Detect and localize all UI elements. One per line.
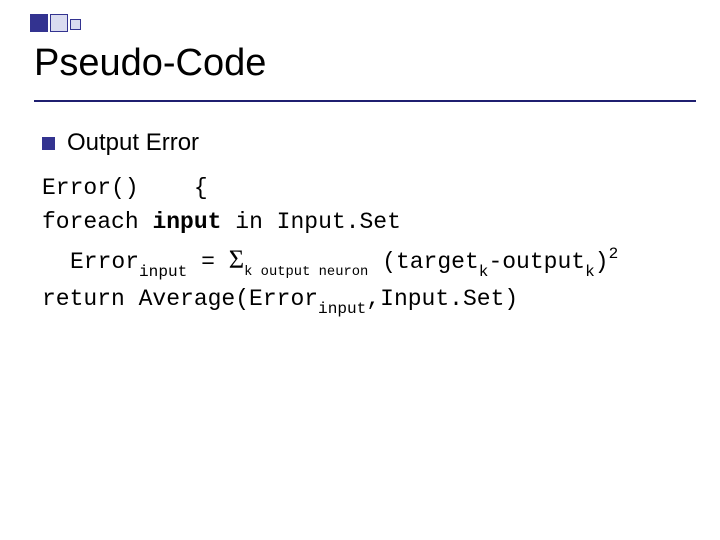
code-block: Error() { foreach input in Input.Set Err… <box>42 171 690 319</box>
slide-body: Output Error Error() { foreach input in … <box>42 126 690 319</box>
code-line: Errorinput = Σk output neuron (targetk-o… <box>42 240 690 282</box>
code-line: foreach input in Input.Set <box>42 205 690 240</box>
corner-decoration <box>30 14 81 32</box>
bullet-item: Output Error <box>42 126 690 161</box>
bullet-text: Output Error <box>67 126 199 161</box>
title-divider <box>34 100 696 102</box>
square-icon <box>30 14 48 32</box>
slide-title: Pseudo-Code <box>34 42 266 85</box>
code-line: return Average(Errorinput,Input.Set) <box>42 282 690 319</box>
slide: Pseudo-Code Output Error Error() { forea… <box>0 0 720 540</box>
code-line: Error() { <box>42 171 690 206</box>
square-icon <box>70 19 81 30</box>
bullet-icon <box>42 137 55 150</box>
square-icon <box>50 14 68 32</box>
